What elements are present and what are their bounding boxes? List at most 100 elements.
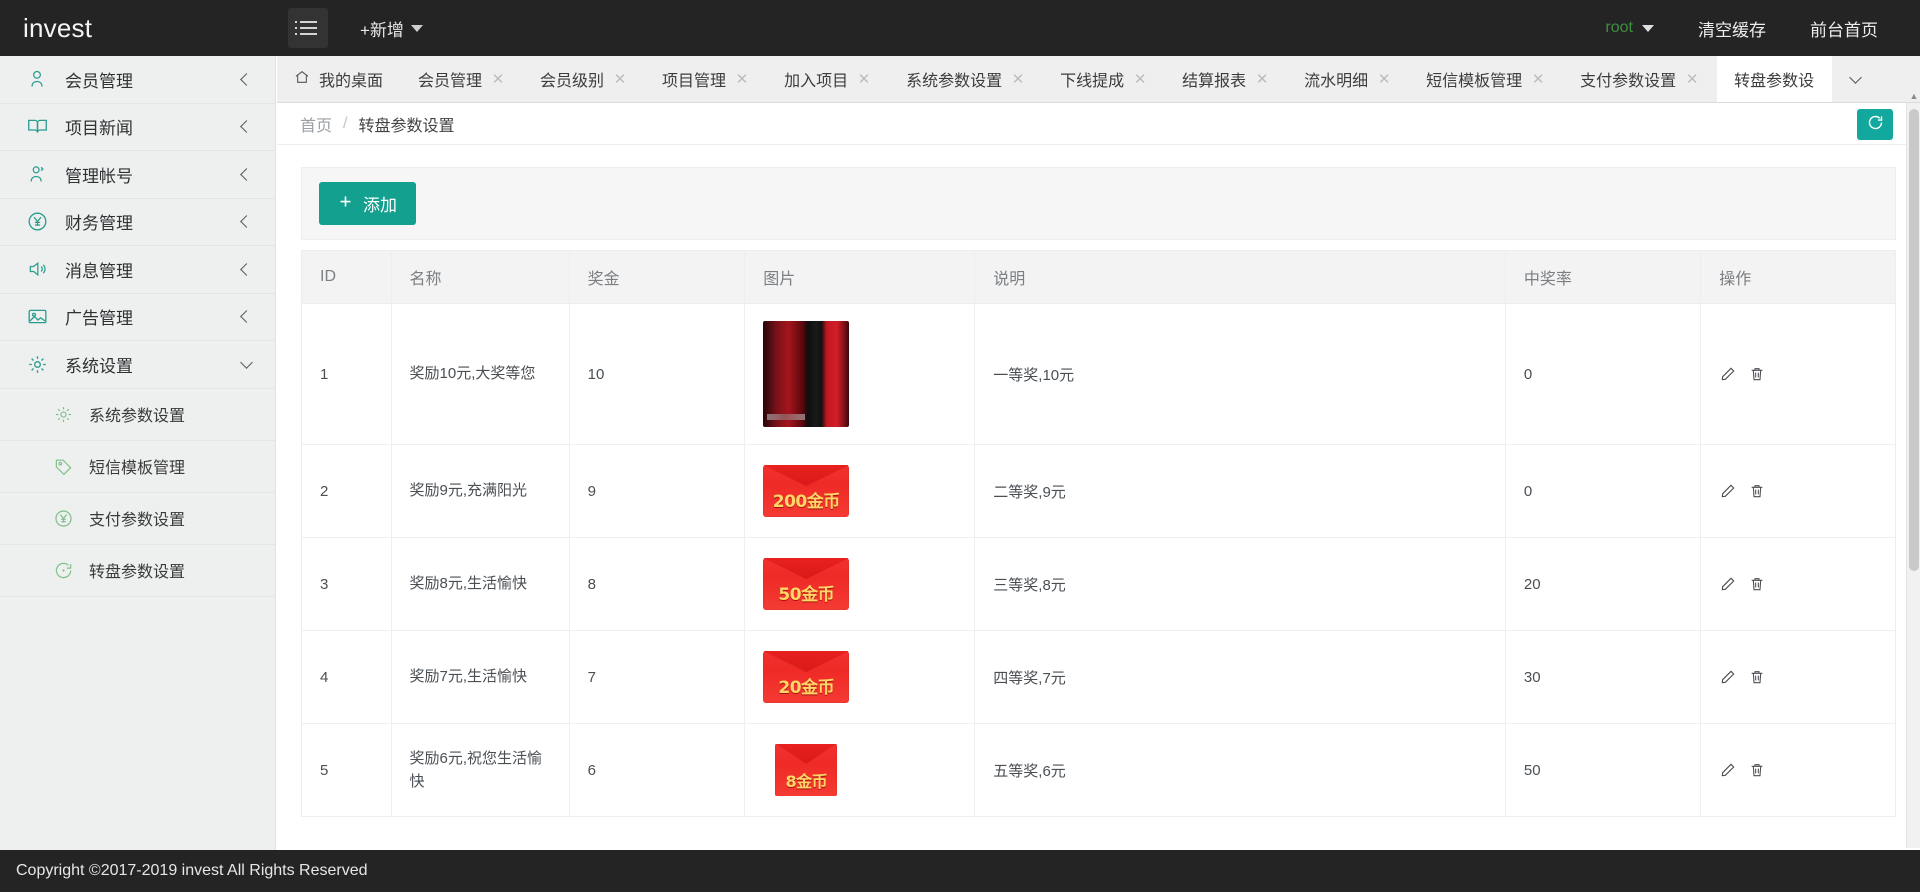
column-header-id: ID	[302, 251, 391, 304]
gear-icon	[53, 404, 73, 424]
sidebar-subitem-system-params[interactable]: 系统参数设置	[0, 389, 275, 441]
trash-icon[interactable]	[1748, 668, 1766, 686]
close-icon[interactable]: ✕	[613, 72, 627, 87]
megaphone-icon	[26, 258, 48, 280]
book-icon	[26, 116, 48, 138]
user-cog-icon	[26, 163, 48, 185]
cell-id: 2	[302, 445, 391, 538]
user-menu[interactable]: root	[1605, 19, 1654, 37]
close-icon[interactable]: ✕	[735, 72, 749, 87]
close-icon[interactable]: ✕	[857, 72, 871, 87]
yen-circle-icon	[53, 508, 73, 528]
sidebar-item-members[interactable]: 会员管理	[0, 56, 275, 104]
tab-overflow-menu[interactable]	[1832, 56, 1878, 102]
column-header-prize: 奖金	[569, 251, 745, 304]
close-icon[interactable]: ✕	[1011, 72, 1025, 87]
sidebar-subitem-wheel-params[interactable]: 转盘参数设置	[0, 545, 275, 597]
prize-image-label: 50金币	[763, 580, 849, 610]
scroll-up-arrow[interactable]: ▲	[1907, 89, 1920, 103]
pencil-icon[interactable]	[1719, 668, 1737, 686]
pencil-icon[interactable]	[1719, 365, 1737, 383]
prize-thumbnail[interactable]: 20金币	[763, 651, 849, 703]
sidebar-item-label: 项目新闻	[65, 114, 242, 139]
sidebar-item-project-news[interactable]: 项目新闻	[0, 104, 275, 152]
table-toolbar: 添加	[301, 167, 1896, 240]
tab-label: 我的桌面	[319, 67, 383, 91]
close-icon[interactable]: ✕	[1133, 72, 1147, 87]
copyright-text: Copyright ©2017-2019 invest All Rights R…	[16, 862, 368, 880]
sidebar-item-system-settings[interactable]: 系统设置	[0, 341, 275, 389]
tab-label: 加入项目	[784, 67, 848, 91]
tab-label: 流水明细	[1304, 67, 1368, 91]
tab-settlement-report[interactable]: 结算报表 ✕	[1165, 56, 1287, 102]
prize-thumbnail[interactable]	[763, 321, 849, 427]
top-header: invest +新增 root 清空缓存 前台首页	[0, 0, 1920, 56]
hamburger-icon[interactable]	[288, 8, 328, 48]
sidebar-item-ads[interactable]: 广告管理	[0, 294, 275, 342]
tab-wheel-params[interactable]: 转盘参数设	[1717, 56, 1832, 102]
close-icon[interactable]: ✕	[1685, 72, 1699, 87]
prize-thumbnail[interactable]: 200金币	[763, 465, 849, 517]
close-icon[interactable]: ✕	[1377, 72, 1391, 87]
refresh-icon	[1867, 114, 1884, 136]
tab-system-params[interactable]: 系统参数设置 ✕	[889, 56, 1043, 102]
sidebar-item-finance[interactable]: 财务管理	[0, 199, 275, 247]
chevron-left-icon	[240, 73, 253, 86]
tab-project-management[interactable]: 项目管理 ✕	[645, 56, 767, 102]
pencil-icon[interactable]	[1719, 761, 1737, 779]
pencil-icon[interactable]	[1719, 482, 1737, 500]
sidebar-item-label: 广告管理	[65, 304, 242, 329]
tab-downline-commission[interactable]: 下线提成 ✕	[1043, 56, 1165, 102]
sidebar-item-admin-accounts[interactable]: 管理帐号	[0, 151, 275, 199]
tab-my-desktop[interactable]: 我的桌面	[277, 56, 401, 102]
tab-label: 结算报表	[1182, 67, 1246, 91]
prize-thumbnail[interactable]: 50金币	[763, 558, 849, 610]
frontend-home-link[interactable]: 前台首页	[1810, 16, 1878, 41]
cell-desc: 二等奖,9元	[975, 445, 1506, 538]
cell-rate: 20	[1505, 538, 1700, 631]
trash-icon[interactable]	[1748, 575, 1766, 593]
tab-member-level[interactable]: 会员级别 ✕	[523, 56, 645, 102]
tab-transaction-details[interactable]: 流水明细 ✕	[1287, 56, 1409, 102]
prize-image-label: 20金币	[763, 673, 849, 703]
tab-label: 下线提成	[1060, 67, 1124, 91]
tab-bar: 我的桌面 会员管理 ✕ 会员级别 ✕ 项目管理 ✕ 加入项目 ✕ 系统参数设置 …	[277, 56, 1920, 103]
add-new-button[interactable]: +新增	[360, 16, 423, 41]
cell-ops	[1701, 445, 1895, 538]
tab-sms-template[interactable]: 短信模板管理 ✕	[1409, 56, 1563, 102]
cell-id: 5	[302, 724, 391, 817]
sidebar: 会员管理 项目新闻 管理帐号 财务管理	[0, 56, 276, 892]
user-icon	[26, 68, 48, 90]
cell-rate: 30	[1505, 631, 1700, 724]
pencil-icon[interactable]	[1719, 575, 1737, 593]
page-footer: Copyright ©2017-2019 invest All Rights R…	[0, 850, 1920, 892]
scrollbar-thumb[interactable]	[1909, 109, 1919, 571]
close-icon[interactable]: ✕	[1531, 72, 1545, 87]
cell-rate: 0	[1505, 304, 1700, 445]
close-icon[interactable]: ✕	[491, 72, 505, 87]
tab-member-management[interactable]: 会员管理 ✕	[401, 56, 523, 102]
cell-prize: 9	[569, 445, 745, 538]
sidebar-item-messages[interactable]: 消息管理	[0, 246, 275, 294]
table-row: 5 奖励6元,祝您生活愉快 6 8金币 五等奖,6元 50	[302, 724, 1895, 817]
cell-image: 8金币	[745, 724, 975, 817]
add-button[interactable]: 添加	[319, 182, 416, 225]
prize-thumbnail[interactable]: 8金币	[763, 744, 849, 796]
yen-circle-icon	[26, 211, 48, 233]
close-icon[interactable]: ✕	[1255, 72, 1269, 87]
add-new-label: +新增	[360, 16, 404, 41]
sidebar-subitem-payment-params[interactable]: 支付参数设置	[0, 493, 275, 545]
column-header-name: 名称	[391, 251, 569, 304]
trash-icon[interactable]	[1748, 761, 1766, 779]
trash-icon[interactable]	[1748, 365, 1766, 383]
page-scrollbar[interactable]: ▲ ▼	[1906, 103, 1920, 848]
tab-payment-params[interactable]: 支付参数设置 ✕	[1563, 56, 1717, 102]
sidebar-subitem-sms-template[interactable]: 短信模板管理	[0, 441, 275, 493]
clear-cache-link[interactable]: 清空缓存	[1698, 16, 1766, 41]
trash-icon[interactable]	[1748, 482, 1766, 500]
tab-join-project[interactable]: 加入项目 ✕	[767, 56, 889, 102]
refresh-button[interactable]	[1857, 109, 1893, 140]
tab-label: 支付参数设置	[1580, 67, 1676, 91]
breadcrumb-home[interactable]: 首页	[300, 112, 332, 136]
column-header-image: 图片	[745, 251, 975, 304]
